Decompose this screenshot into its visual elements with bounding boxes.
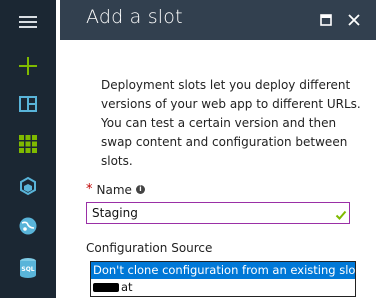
sql-database-icon[interactable]: SQL (0, 248, 56, 288)
slot-description: Deployment slots let you deploy differen… (101, 78, 361, 168)
app-services-globe-icon[interactable] (0, 206, 56, 246)
option-label-text: at (121, 280, 133, 294)
close-icon[interactable] (344, 10, 364, 30)
configuration-source-label: Configuration Source (86, 241, 213, 255)
name-label-text: Name (96, 182, 132, 197)
valid-check-icon (335, 206, 347, 225)
dropdown-option-dont-clone[interactable]: Don't clone configuration from an existi… (91, 262, 355, 279)
all-resources-grid-icon[interactable] (0, 124, 56, 164)
svg-text:SQL: SQL (21, 266, 34, 273)
resource-groups-cube-icon[interactable] (0, 166, 56, 206)
add-slot-blade: Add a slot Deployment slots let you depl… (60, 0, 376, 298)
slot-name-input[interactable] (86, 202, 350, 224)
dropdown-option-existing-slot[interactable]: at (91, 279, 355, 296)
dashboard-icon[interactable] (0, 84, 56, 124)
left-nav-rail: SQL (0, 0, 56, 298)
blade-header: Add a slot (60, 0, 376, 40)
name-field-label: * Name i (86, 182, 145, 197)
hamburger-menu-icon[interactable] (0, 2, 56, 42)
blade-title: Add a slot (86, 6, 183, 28)
new-plus-icon[interactable] (0, 46, 56, 86)
maximize-icon[interactable] (316, 10, 336, 30)
info-icon[interactable]: i (135, 185, 145, 194)
required-marker: * (86, 182, 93, 197)
configuration-source-dropdown[interactable]: Don't clone configuration from an existi… (90, 261, 356, 297)
redacted-text (93, 283, 119, 292)
